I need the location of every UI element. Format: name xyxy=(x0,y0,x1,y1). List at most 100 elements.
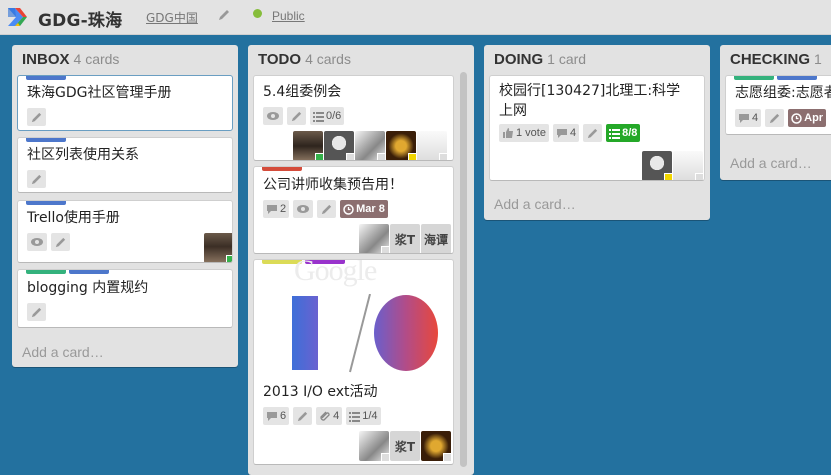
due-date: Apr xyxy=(804,112,824,124)
card-title: 社区列表使用关系 xyxy=(27,147,139,163)
member-avatar[interactable] xyxy=(386,131,417,160)
cover-image-text: Google xyxy=(294,259,377,287)
pencil-icon[interactable] xyxy=(293,407,313,425)
eye-icon xyxy=(293,200,314,218)
member-avatar[interactable] xyxy=(417,131,448,160)
comment-count: 2 xyxy=(280,203,287,215)
due-date-badge: Apr xyxy=(788,109,827,127)
list-name: INBOX xyxy=(22,51,70,68)
due-date: Mar 8 xyxy=(356,203,385,215)
checklist-count: 1/4 xyxy=(362,410,378,422)
member-avatar[interactable]: 海谭 xyxy=(421,224,451,253)
list-name: CHECKING xyxy=(730,51,811,68)
pencil-icon[interactable] xyxy=(217,8,231,22)
checklist-count: 0/6 xyxy=(326,110,342,122)
member-avatar[interactable] xyxy=(421,431,452,462)
comments-badge: 6 xyxy=(263,407,290,425)
list-card-count: 4 cards xyxy=(305,51,351,67)
checklist-icon xyxy=(313,111,324,122)
member-status-dot xyxy=(381,246,390,253)
member-avatar[interactable] xyxy=(673,151,704,180)
card[interactable]: 公司讲师收集预告用！ 2 Mar 8 浆T 海谭 xyxy=(253,166,454,254)
card[interactable]: blogging 内置规约 xyxy=(17,269,233,328)
list-card-count: 4 cards xyxy=(73,51,120,67)
pencil-icon[interactable] xyxy=(27,108,46,126)
comments-badge: 4 xyxy=(735,109,762,127)
label-blue xyxy=(26,201,66,205)
clock-icon xyxy=(343,203,354,215)
label-green xyxy=(734,76,774,80)
member-status-dot xyxy=(439,153,448,160)
list-scrollbar[interactable] xyxy=(460,72,467,467)
comment-icon xyxy=(267,411,277,421)
eye-icon xyxy=(263,107,283,125)
visibility-link[interactable]: Public xyxy=(272,9,305,23)
comment-count: 4 xyxy=(752,112,759,124)
pencil-icon[interactable] xyxy=(27,170,46,188)
list-header[interactable]: CHECKING 1 xyxy=(730,51,822,69)
list-name: DOING xyxy=(494,51,544,68)
card[interactable]: Trello使用手册 xyxy=(17,200,233,263)
board-header: GDG-珠海 GDG中国 Public xyxy=(0,0,831,35)
pencil-icon[interactable] xyxy=(27,303,46,321)
list-header[interactable]: TODO 4 cards xyxy=(258,51,351,69)
attachment-count: 4 xyxy=(333,410,340,422)
public-status-dot xyxy=(253,9,262,18)
add-card-link[interactable]: Add a card… xyxy=(730,155,812,171)
checklist-icon xyxy=(609,128,621,139)
add-card-link[interactable]: Add a card… xyxy=(494,196,576,212)
card[interactable]: 校园行[130427]北理工:科学上网 1 vote 4 8/8 xyxy=(489,75,705,181)
card-title: 珠海GDG社区管理手册 xyxy=(27,85,172,101)
member-status-dot xyxy=(315,153,324,160)
list-header[interactable]: DOING 1 card xyxy=(494,51,586,69)
list-card-count: 1 card xyxy=(547,51,587,67)
card-title: Trello使用手册 xyxy=(27,210,120,226)
comment-icon xyxy=(556,128,567,138)
card-title: blogging 内置规约 xyxy=(27,280,149,296)
due-date-badge: Mar 8 xyxy=(340,200,388,218)
label-blue xyxy=(777,76,817,80)
list-header[interactable]: INBOX 4 cards xyxy=(22,51,119,69)
list-inbox: INBOX 4 cards 珠海GDG社区管理手册 社区列表使用关系 Trello… xyxy=(12,45,238,367)
comment-icon xyxy=(267,204,277,214)
organization-link[interactable]: GDG中国 xyxy=(146,9,198,26)
pencil-icon[interactable] xyxy=(317,200,337,218)
member-avatar[interactable] xyxy=(642,151,673,180)
comment-count: 6 xyxy=(280,410,287,422)
member-status-dot xyxy=(346,153,355,160)
vote-count: 1 vote xyxy=(516,127,546,139)
member-avatar[interactable] xyxy=(359,431,390,462)
card[interactable]: 5.4组委例会 0/6 xyxy=(253,75,454,161)
member-status-dot xyxy=(664,173,673,180)
pencil-icon[interactable] xyxy=(765,109,785,127)
pencil-icon[interactable] xyxy=(287,107,306,125)
pencil-icon[interactable] xyxy=(583,124,603,142)
thumbs-up-icon xyxy=(503,128,513,138)
card[interactable]: 珠海GDG社区管理手册 xyxy=(17,75,233,131)
checklist-icon xyxy=(349,411,361,422)
member-status-dot xyxy=(226,255,232,262)
member-avatar[interactable] xyxy=(355,131,386,160)
card[interactable]: 社区列表使用关系 xyxy=(17,137,233,193)
member-avatar[interactable] xyxy=(293,131,324,160)
member-status-dot xyxy=(377,153,386,160)
card[interactable]: Google 2013 I/O ext活动 6 4 1/4 浆T xyxy=(253,259,454,465)
member-avatar[interactable]: 浆T xyxy=(390,431,420,461)
comment-count: 4 xyxy=(569,127,577,139)
member-avatar[interactable] xyxy=(359,224,390,253)
comments-badge: 2 xyxy=(263,200,290,218)
pencil-icon[interactable] xyxy=(51,233,70,251)
member-status-dot xyxy=(408,153,417,160)
gdg-logo-icon[interactable] xyxy=(6,6,28,28)
member-avatar[interactable] xyxy=(204,233,232,262)
card[interactable]: 志愿组委:志愿者 4 Apr xyxy=(725,75,831,135)
member-avatar[interactable] xyxy=(324,131,355,160)
checklist-badge: 0/6 xyxy=(310,107,345,125)
clock-icon xyxy=(791,112,802,124)
member-avatar[interactable]: 浆T xyxy=(390,224,420,253)
add-card-link[interactable]: Add a card… xyxy=(22,344,104,360)
board-title[interactable]: GDG-珠海 xyxy=(38,6,122,31)
list-doing: DOING 1 card 校园行[130427]北理工:科学上网 1 vote 4… xyxy=(484,45,710,220)
votes-badge[interactable]: 1 vote xyxy=(499,124,549,142)
list-checking: CHECKING 1 志愿组委:志愿者 4 Apr Add a card… xyxy=(720,45,831,180)
